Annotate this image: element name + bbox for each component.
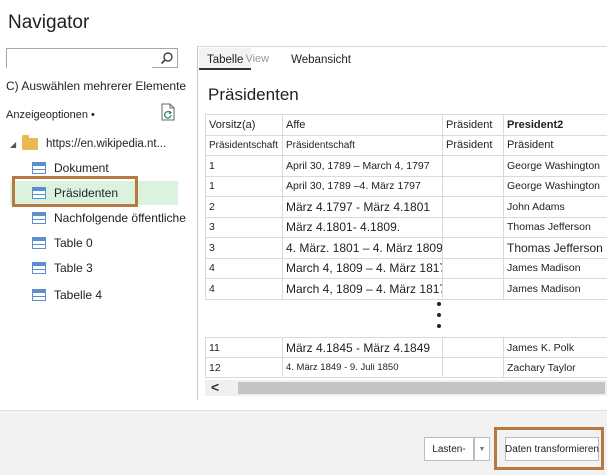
table-cell: Thomas Jefferson bbox=[503, 237, 607, 259]
select-multiple-checkbox[interactable]: C) Auswählen mehrerer Elemente bbox=[6, 79, 186, 93]
sidebar-item-label: Table 0 bbox=[54, 236, 93, 250]
table-cell bbox=[442, 257, 504, 279]
search-icon[interactable] bbox=[160, 51, 174, 65]
table-cell: Präsident bbox=[442, 134, 504, 156]
table-cell: James K. Polk bbox=[503, 337, 607, 358]
sidebar-item-label: Tabelle 4 bbox=[54, 288, 103, 302]
table-cell: March 4, 1809 – 4. März 1817 bbox=[282, 278, 443, 300]
table-row: 2 März 4.1797 - März 4.1801 John Adams bbox=[205, 196, 607, 218]
table-cell bbox=[442, 278, 504, 300]
data-table-tail: 11 März 4.1845 - März 4.1849 James K. Po… bbox=[205, 337, 607, 378]
table-cell: James Madison bbox=[503, 278, 607, 300]
table-cell bbox=[442, 196, 504, 218]
load-button[interactable]: Lasten- bbox=[424, 437, 474, 461]
data-table: Vorsitz(a) Affe Präsident President2 Prä… bbox=[205, 114, 607, 300]
table-cell: Präsident bbox=[503, 134, 607, 156]
table-icon bbox=[32, 237, 46, 249]
table-row: 11 März 4.1845 - März 4.1849 James K. Po… bbox=[205, 337, 607, 358]
sidebar-item-label: Table 3 bbox=[54, 261, 93, 275]
table-cell bbox=[442, 175, 504, 197]
display-options-dropdown[interactable]: Anzeigeoptionen • bbox=[6, 109, 95, 121]
sidebar-item-nachfolgende[interactable]: Nachfolgende öffentliche bbox=[10, 206, 186, 230]
table-cell: 4 bbox=[205, 278, 283, 300]
refresh-icon[interactable] bbox=[160, 103, 176, 121]
table-cell bbox=[442, 216, 504, 238]
table-title: Präsidenten bbox=[208, 85, 299, 104]
table-cell bbox=[442, 337, 504, 358]
window-title: Navigator bbox=[8, 12, 90, 33]
table-cell: 4 bbox=[205, 257, 283, 279]
table-row: Präsidentschaft Präsidentschaft Präsiden… bbox=[205, 134, 607, 156]
table-cell: Thomas Jefferson bbox=[503, 216, 607, 238]
column-header[interactable]: Affe bbox=[282, 114, 443, 136]
sidebar-item-label: Nachfolgende öffentliche bbox=[54, 211, 186, 225]
sidebar-item-table-3[interactable]: Table 3 bbox=[10, 256, 178, 280]
table-cell: 12 bbox=[205, 357, 283, 378]
table-row: 12 4. März 1849 - 9. Juli 1850 Zachary T… bbox=[205, 357, 607, 378]
table-cell: April 30, 1789 – March 4, 1797 bbox=[282, 155, 443, 177]
table-cell: Präsidentschaft bbox=[205, 134, 283, 156]
table-cell bbox=[442, 155, 504, 177]
table-cell: 2 bbox=[205, 196, 283, 218]
table-cell: 1 bbox=[205, 155, 283, 177]
table-cell: George Washington bbox=[503, 175, 607, 197]
more-rows-ellipsis-icon bbox=[437, 302, 443, 328]
folder-icon bbox=[22, 135, 38, 150]
table-row: 3 März 4.1801- 4.1809. Thomas Jefferson bbox=[205, 216, 607, 238]
column-header[interactable]: Präsident bbox=[442, 114, 504, 136]
scroll-left-icon[interactable]: < bbox=[211, 379, 219, 395]
table-cell: John Adams bbox=[503, 196, 607, 218]
table-cell: April 30, 1789 –4. März 1797 bbox=[282, 175, 443, 197]
horizontal-scrollbar[interactable]: < bbox=[205, 379, 607, 396]
table-icon bbox=[32, 162, 46, 174]
table-cell: Präsidentschaft bbox=[282, 134, 443, 156]
table-row: 4 March 4, 1809 – 4. März 1817 James Mad… bbox=[205, 257, 607, 279]
sidebar-item-label: Dokument bbox=[54, 161, 109, 175]
table-cell: März 4.1845 - März 4.1849 bbox=[282, 337, 443, 358]
table-cell: George Washington bbox=[503, 155, 607, 177]
table-row: 1 April 30, 1789 –4. März 1797 George Wa… bbox=[205, 175, 607, 197]
table-cell: March 4, 1809 – 4. März 1817 bbox=[282, 257, 443, 279]
column-header[interactable]: Vorsitz(a) bbox=[205, 114, 283, 136]
view-tabs: Tabelle View Webansicht bbox=[199, 48, 359, 70]
table-cell: 4. März. 1801 – 4. März 1809 bbox=[282, 237, 443, 259]
table-row: 3 4. März. 1801 – 4. März 1809 Thomas Je… bbox=[205, 237, 607, 259]
transform-highlight-frame bbox=[494, 427, 604, 470]
table-cell: Zachary Taylor bbox=[503, 357, 607, 378]
table-row: 1 April 30, 1789 – March 4, 1797 George … bbox=[205, 155, 607, 177]
table-cell: März 4.1801- 4.1809. bbox=[282, 216, 443, 238]
load-dropdown-chevron-icon[interactable]: ▼ bbox=[474, 437, 490, 461]
table-icon bbox=[32, 289, 46, 301]
tab-web-view[interactable]: Webansicht bbox=[283, 48, 359, 70]
selection-highlight-frame bbox=[12, 176, 138, 207]
table-row: 4 March 4, 1809 – 4. März 1817 James Mad… bbox=[205, 278, 607, 300]
search-input[interactable] bbox=[7, 50, 152, 68]
sidebar-item-table-0[interactable]: Table 0 bbox=[10, 231, 178, 255]
table-header-row: Vorsitz(a) Affe Präsident President2 bbox=[205, 114, 607, 136]
column-header[interactable]: President2 bbox=[503, 114, 607, 136]
table-cell bbox=[442, 237, 504, 259]
table-cell: 4. März 1849 - 9. Juli 1850 bbox=[282, 357, 443, 378]
table-cell: 3 bbox=[205, 216, 283, 238]
scrollbar-thumb[interactable] bbox=[238, 382, 605, 394]
table-cell: März 4.1797 - März 4.1801 bbox=[282, 196, 443, 218]
table-icon bbox=[32, 212, 46, 224]
table-cell: 11 bbox=[205, 337, 283, 358]
table-cell bbox=[442, 357, 504, 378]
table-icon bbox=[32, 262, 46, 274]
table-cell: 1 bbox=[205, 175, 283, 197]
sidebar-item-tabelle-4[interactable]: Tabelle 4 bbox=[10, 283, 178, 307]
table-cell: 3 bbox=[205, 237, 283, 259]
tree-root-source[interactable]: ◢ https://en.wikipedia.nt... bbox=[10, 135, 166, 153]
tree-root-label: https://en.wikipedia.nt... bbox=[46, 138, 167, 150]
tab-table-view[interactable]: Tabelle bbox=[199, 48, 252, 70]
search-box[interactable] bbox=[6, 48, 178, 68]
table-cell: James Madison bbox=[503, 257, 607, 279]
tab-ghost-label: View bbox=[245, 53, 270, 65]
expand-caret-icon[interactable]: ◢ bbox=[10, 140, 22, 149]
